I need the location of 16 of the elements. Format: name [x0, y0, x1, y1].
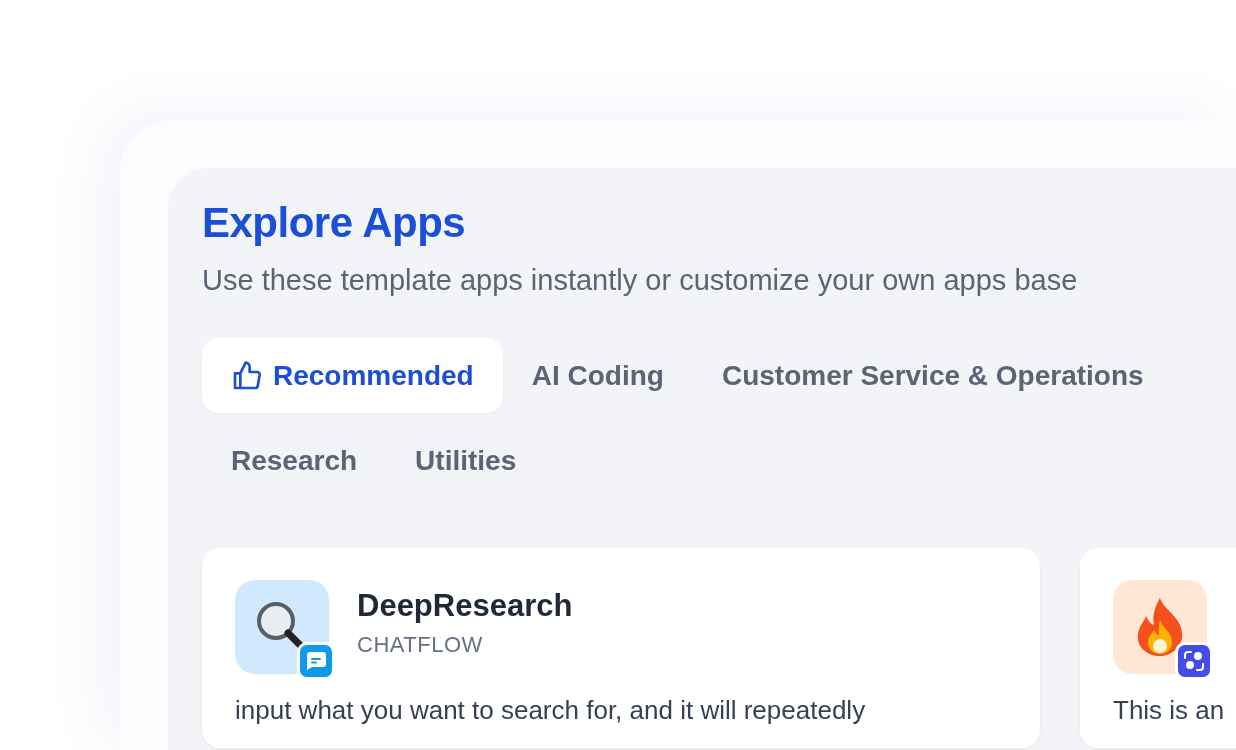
app-description: input what you want to search for, and it will repeatedly — [235, 694, 867, 726]
app-card[interactable]: DeepResearch CHATFLOW input what you want to search for, and it will repeatedly — [202, 548, 1040, 748]
app-name: DeepResearch — [357, 587, 573, 625]
app-card[interactable]: This is an — [1080, 548, 1236, 748]
app-description: This is an — [1113, 694, 1226, 726]
agent-icon — [1182, 649, 1206, 673]
category-tab[interactable]: Utilities — [386, 423, 546, 498]
page-subtitle: Use these template apps instantly or customize your own apps base — [202, 263, 1079, 298]
category-tab[interactable]: Customer Service & Operations — [692, 338, 1173, 413]
chat-icon — [305, 651, 327, 671]
thumbs-up-icon — [231, 359, 263, 392]
category-tab[interactable]: Research — [202, 423, 387, 498]
page-title: Explore Apps — [202, 198, 467, 248]
category-tab[interactable]: Recommended — [202, 338, 503, 413]
category-tab[interactable]: AI Coding — [502, 338, 693, 413]
app-type: CHATFLOW — [357, 632, 484, 658]
